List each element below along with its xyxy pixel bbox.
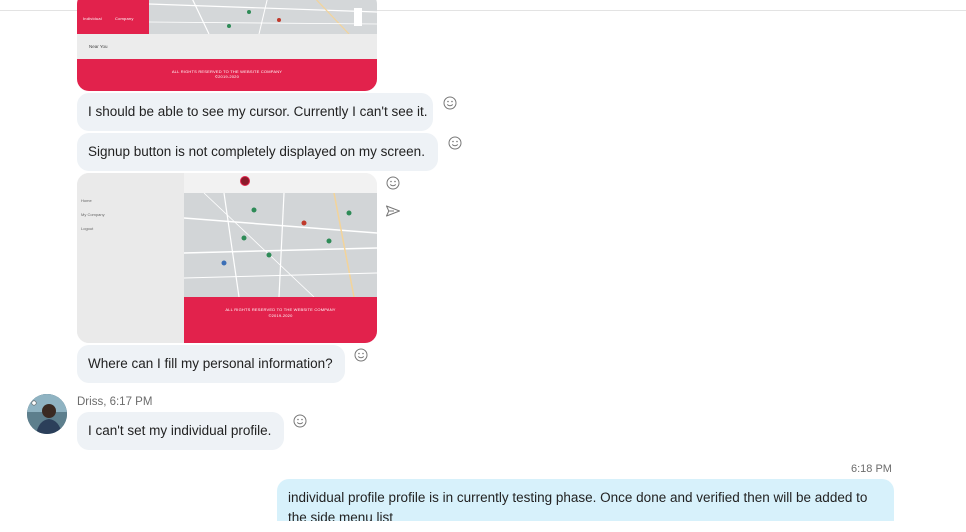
smiley-face-icon[interactable] [292,413,308,429]
message-bubble[interactable]: Signup button is not completely displaye… [77,133,438,171]
smiley-face-icon[interactable] [447,135,463,151]
screenshot-footer-text: ALL RIGHTS RESERVED TO THE WEBSITE COMPA… [225,307,336,312]
screenshot-near-you-label: Near You [89,44,108,49]
screenshot-sidebar: Individual Company [77,0,149,34]
message-text: I should be able to see my cursor. Curre… [88,104,428,119]
screenshot-footer: ALL RIGHTS RESERVED TO THE WEBSITE COMPA… [77,59,377,91]
screenshot-map [149,0,377,34]
send-arrow-icon[interactable] [385,203,401,219]
smiley-face-icon[interactable] [385,175,401,191]
smiley-face-icon[interactable] [353,347,369,363]
screenshot-footer-copyright: ©2019-2020 [214,74,240,79]
message-bubble[interactable]: I can't set my individual profile. [77,412,284,450]
message-text: I can't set my individual profile. [88,423,272,438]
screenshot-logo [240,176,250,186]
image-attachment-1[interactable]: Individual Company Near You ALL RIGHTS R… [77,0,377,91]
message-bubble[interactable]: Where can I fill my personal information… [77,345,345,383]
sender-name-time: Driss, 6:17 PM [77,396,153,408]
composer-edge [0,521,966,532]
screenshot-near-you-section: Near You [77,34,377,59]
screenshot-menu-home: Home [81,198,92,203]
screenshot-menu-logout: Logout [81,226,94,231]
screenshot-footer: ALL RIGHTS RESERVED TO THE WEBSITE COMPA… [184,297,377,343]
message-text: Signup button is not completely displaye… [88,144,425,159]
screenshot-map [184,193,377,297]
screenshot-tab-company: Company [115,16,134,21]
message-bubble[interactable]: I should be able to see my cursor. Curre… [77,93,433,131]
screenshot-tab-individual: Individual [83,16,102,21]
user-avatar[interactable] [27,394,67,434]
message-text: individual profile profile is in current… [288,490,868,525]
smiley-face-icon[interactable] [442,95,458,111]
message-timestamp: 6:18 PM [851,463,892,475]
message-text: Where can I fill my personal information… [88,356,333,371]
screenshot-header [184,173,377,193]
screenshot-menu-my-company: My Company [81,212,105,217]
screenshot-side-menu: Home My Company Logout [77,173,184,343]
image-attachment-2[interactable]: Home My Company Logout ALL RIGHTS RESERV… [77,173,377,343]
screenshot-footer-copyright: ©2019-2020 [268,313,293,318]
